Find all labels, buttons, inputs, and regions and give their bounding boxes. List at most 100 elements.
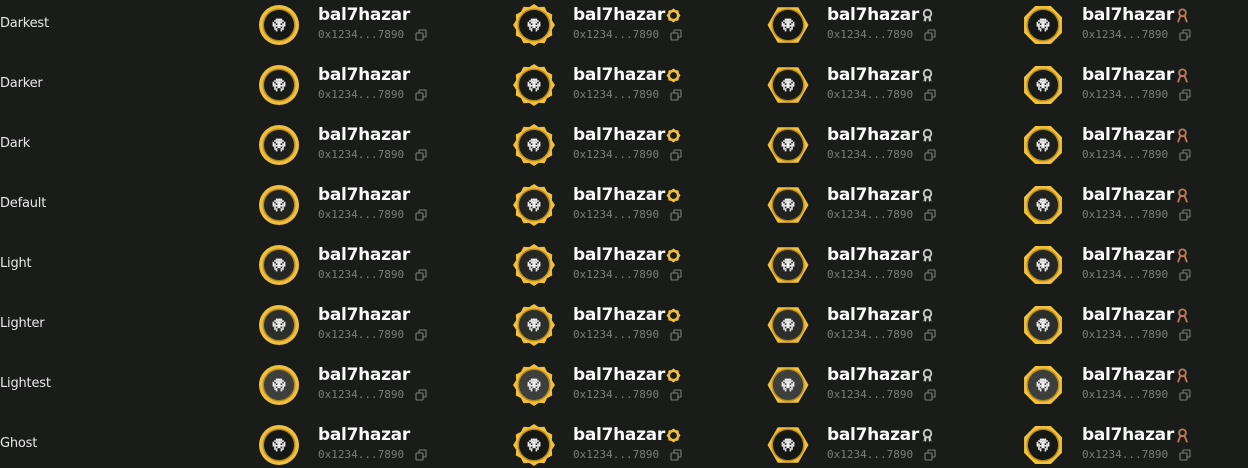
copy-icon[interactable] (924, 449, 936, 461)
username: bal7hazar (827, 425, 919, 445)
bronze-ribbon-icon (1175, 428, 1190, 443)
copy-icon[interactable] (924, 269, 936, 281)
copy-icon[interactable] (924, 389, 936, 401)
copy-icon[interactable] (1179, 89, 1191, 101)
username: bal7hazar (318, 185, 410, 205)
wallet-address: 0x1234...7890 (318, 388, 405, 401)
avatar (767, 424, 809, 466)
copy-icon[interactable] (1179, 449, 1191, 461)
wallet-address: 0x1234...7890 (573, 328, 660, 341)
copy-icon[interactable] (415, 149, 427, 161)
copy-icon[interactable] (1179, 209, 1191, 221)
user-tag[interactable]: bal7hazar 0x1234...7890 (767, 60, 997, 108)
copy-icon[interactable] (924, 209, 936, 221)
user-tag[interactable]: bal7hazar 0x1234...7890 (1022, 180, 1248, 228)
username: bal7hazar (1082, 365, 1174, 385)
user-tag[interactable]: bal7hazar 0x1234...7890 (258, 0, 488, 48)
copy-icon[interactable] (415, 449, 427, 461)
copy-icon[interactable] (415, 89, 427, 101)
user-tag[interactable]: bal7hazar 0x1234...7890 (513, 300, 743, 348)
user-tag[interactable]: bal7hazar 0x1234...7890 (1022, 300, 1248, 348)
username: bal7hazar (573, 425, 665, 445)
bronze-ribbon-icon (1175, 308, 1190, 323)
avatar (767, 184, 809, 226)
copy-icon[interactable] (670, 389, 682, 401)
gold-badge-icon (666, 8, 681, 23)
copy-icon[interactable] (1179, 29, 1191, 41)
user-tag[interactable]: bal7hazar 0x1234...7890 (513, 420, 743, 468)
user-tag[interactable]: bal7hazar 0x1234...7890 (767, 240, 997, 288)
copy-icon[interactable] (670, 449, 682, 461)
silver-medal-icon (920, 368, 935, 383)
copy-icon[interactable] (924, 29, 936, 41)
copy-icon[interactable] (670, 89, 682, 101)
user-tag[interactable]: bal7hazar 0x1234...7890 (258, 240, 488, 288)
wallet-address: 0x1234...7890 (1082, 208, 1169, 221)
avatar (1022, 424, 1064, 466)
user-tag[interactable]: bal7hazar 0x1234...7890 (767, 0, 997, 48)
copy-icon[interactable] (415, 29, 427, 41)
silver-medal-icon (920, 188, 935, 203)
copy-icon[interactable] (1179, 389, 1191, 401)
user-tag[interactable]: bal7hazar 0x1234...7890 (258, 360, 488, 408)
avatar (513, 304, 555, 346)
user-tag[interactable]: bal7hazar 0x1234...7890 (513, 180, 743, 228)
user-tag[interactable]: bal7hazar 0x1234...7890 (1022, 360, 1248, 408)
avatar (1022, 184, 1064, 226)
variant-label: Darkest (0, 16, 49, 31)
user-tag[interactable]: bal7hazar 0x1234...7890 (1022, 60, 1248, 108)
user-tag[interactable]: bal7hazar 0x1234...7890 (513, 120, 743, 168)
avatar (513, 4, 555, 46)
copy-icon[interactable] (1179, 269, 1191, 281)
copy-icon[interactable] (415, 329, 427, 341)
copy-icon[interactable] (670, 329, 682, 341)
user-tag[interactable]: bal7hazar 0x1234...7890 (767, 420, 997, 468)
user-tag[interactable]: bal7hazar 0x1234...7890 (1022, 0, 1248, 48)
wallet-address: 0x1234...7890 (1082, 328, 1169, 341)
avatar (767, 64, 809, 106)
user-tag[interactable]: bal7hazar 0x1234...7890 (513, 0, 743, 48)
user-tag[interactable]: bal7hazar 0x1234...7890 (513, 360, 743, 408)
copy-icon[interactable] (415, 389, 427, 401)
silver-medal-icon (920, 68, 935, 83)
copy-icon[interactable] (670, 149, 682, 161)
copy-icon[interactable] (924, 149, 936, 161)
copy-icon[interactable] (415, 209, 427, 221)
user-tag[interactable]: bal7hazar 0x1234...7890 (258, 180, 488, 228)
user-tag[interactable]: bal7hazar 0x1234...7890 (767, 120, 997, 168)
bronze-ribbon-icon (1175, 8, 1190, 23)
wallet-address: 0x1234...7890 (827, 388, 914, 401)
copy-icon[interactable] (670, 209, 682, 221)
copy-icon[interactable] (670, 29, 682, 41)
copy-icon[interactable] (924, 329, 936, 341)
user-tag[interactable]: bal7hazar 0x1234...7890 (1022, 120, 1248, 168)
username: bal7hazar (573, 5, 665, 25)
wallet-address: 0x1234...7890 (1082, 28, 1169, 41)
user-tag[interactable]: bal7hazar 0x1234...7890 (258, 60, 488, 108)
wallet-address: 0x1234...7890 (827, 328, 914, 341)
username: bal7hazar (573, 365, 665, 385)
copy-icon[interactable] (415, 269, 427, 281)
username: bal7hazar (573, 125, 665, 145)
username: bal7hazar (827, 185, 919, 205)
copy-icon[interactable] (924, 89, 936, 101)
copy-icon[interactable] (670, 269, 682, 281)
avatar (1022, 304, 1064, 346)
user-tag[interactable]: bal7hazar 0x1234...7890 (513, 60, 743, 108)
user-tag[interactable]: bal7hazar 0x1234...7890 (1022, 420, 1248, 468)
bronze-ribbon-icon (1175, 128, 1190, 143)
user-tag[interactable]: bal7hazar 0x1234...7890 (258, 120, 488, 168)
user-tag[interactable]: bal7hazar 0x1234...7890 (767, 180, 997, 228)
silver-medal-icon (920, 248, 935, 263)
user-tag[interactable]: bal7hazar 0x1234...7890 (1022, 240, 1248, 288)
user-tag[interactable]: bal7hazar 0x1234...7890 (513, 240, 743, 288)
silver-medal-icon (920, 8, 935, 23)
copy-icon[interactable] (1179, 149, 1191, 161)
user-tag[interactable]: bal7hazar 0x1234...7890 (258, 420, 488, 468)
wallet-address: 0x1234...7890 (1082, 88, 1169, 101)
copy-icon[interactable] (1179, 329, 1191, 341)
user-tag[interactable]: bal7hazar 0x1234...7890 (767, 360, 997, 408)
user-tag[interactable]: bal7hazar 0x1234...7890 (258, 300, 488, 348)
user-tag[interactable]: bal7hazar 0x1234...7890 (767, 300, 997, 348)
bronze-ribbon-icon (1175, 68, 1190, 83)
